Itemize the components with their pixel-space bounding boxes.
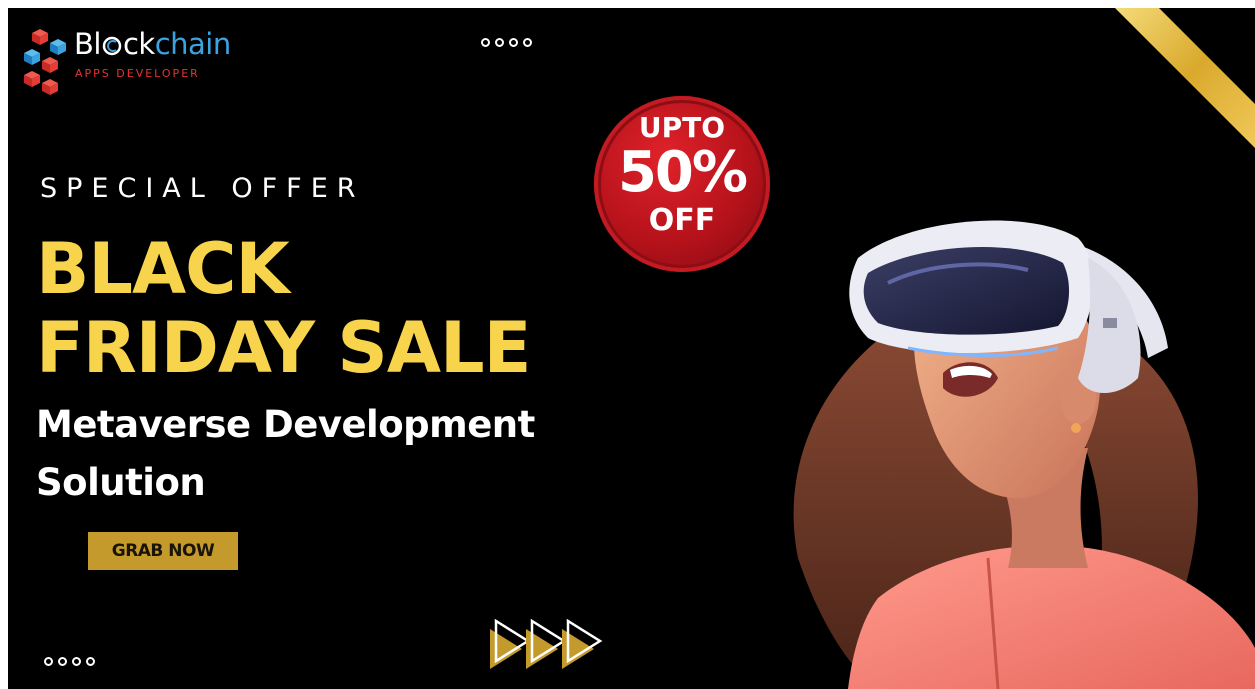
headline-line-2: FRIDAY SALE	[36, 307, 531, 389]
dot	[481, 38, 490, 47]
company-logo[interactable]: Bl ckchain APPS DEVELOPER	[20, 23, 260, 113]
badge-line-2: 50%	[617, 140, 748, 205]
play-arrows-icon	[490, 618, 603, 669]
c-emblem-icon	[102, 36, 122, 56]
badge-line-3: OFF	[648, 203, 716, 238]
gold-ribbon-icon	[1115, 8, 1255, 148]
dot	[58, 657, 67, 666]
dots-decoration-icon	[481, 38, 532, 47]
vr-girl-illustration	[793, 220, 1255, 689]
dot	[44, 657, 53, 666]
dot	[72, 657, 81, 666]
eyebrow-text: SPECIAL OFFER	[40, 173, 365, 204]
headline-line-1: BLACK	[36, 228, 290, 310]
logo-wordmark: Bl ckchain	[74, 27, 231, 61]
grab-now-button[interactable]: GRAB NOW	[88, 532, 238, 570]
discount-badge: UPTO 50% OFF	[594, 96, 770, 272]
logo-subtitle: APPS DEVELOPER	[75, 67, 200, 80]
dot	[509, 38, 518, 47]
subheadline-line-1: Metaverse Development	[36, 403, 535, 446]
cube-logo-icon	[24, 29, 66, 95]
subheadline-line-2: Solution	[36, 461, 206, 504]
promo-banner: Bl ckchain APPS DEVELOPER SPECIAL OFFER B…	[8, 8, 1255, 689]
badge-line-1: UPTO	[638, 111, 726, 144]
dot	[495, 38, 504, 47]
dot	[86, 657, 95, 666]
dots-decoration-icon	[44, 657, 95, 666]
dot	[523, 38, 532, 47]
